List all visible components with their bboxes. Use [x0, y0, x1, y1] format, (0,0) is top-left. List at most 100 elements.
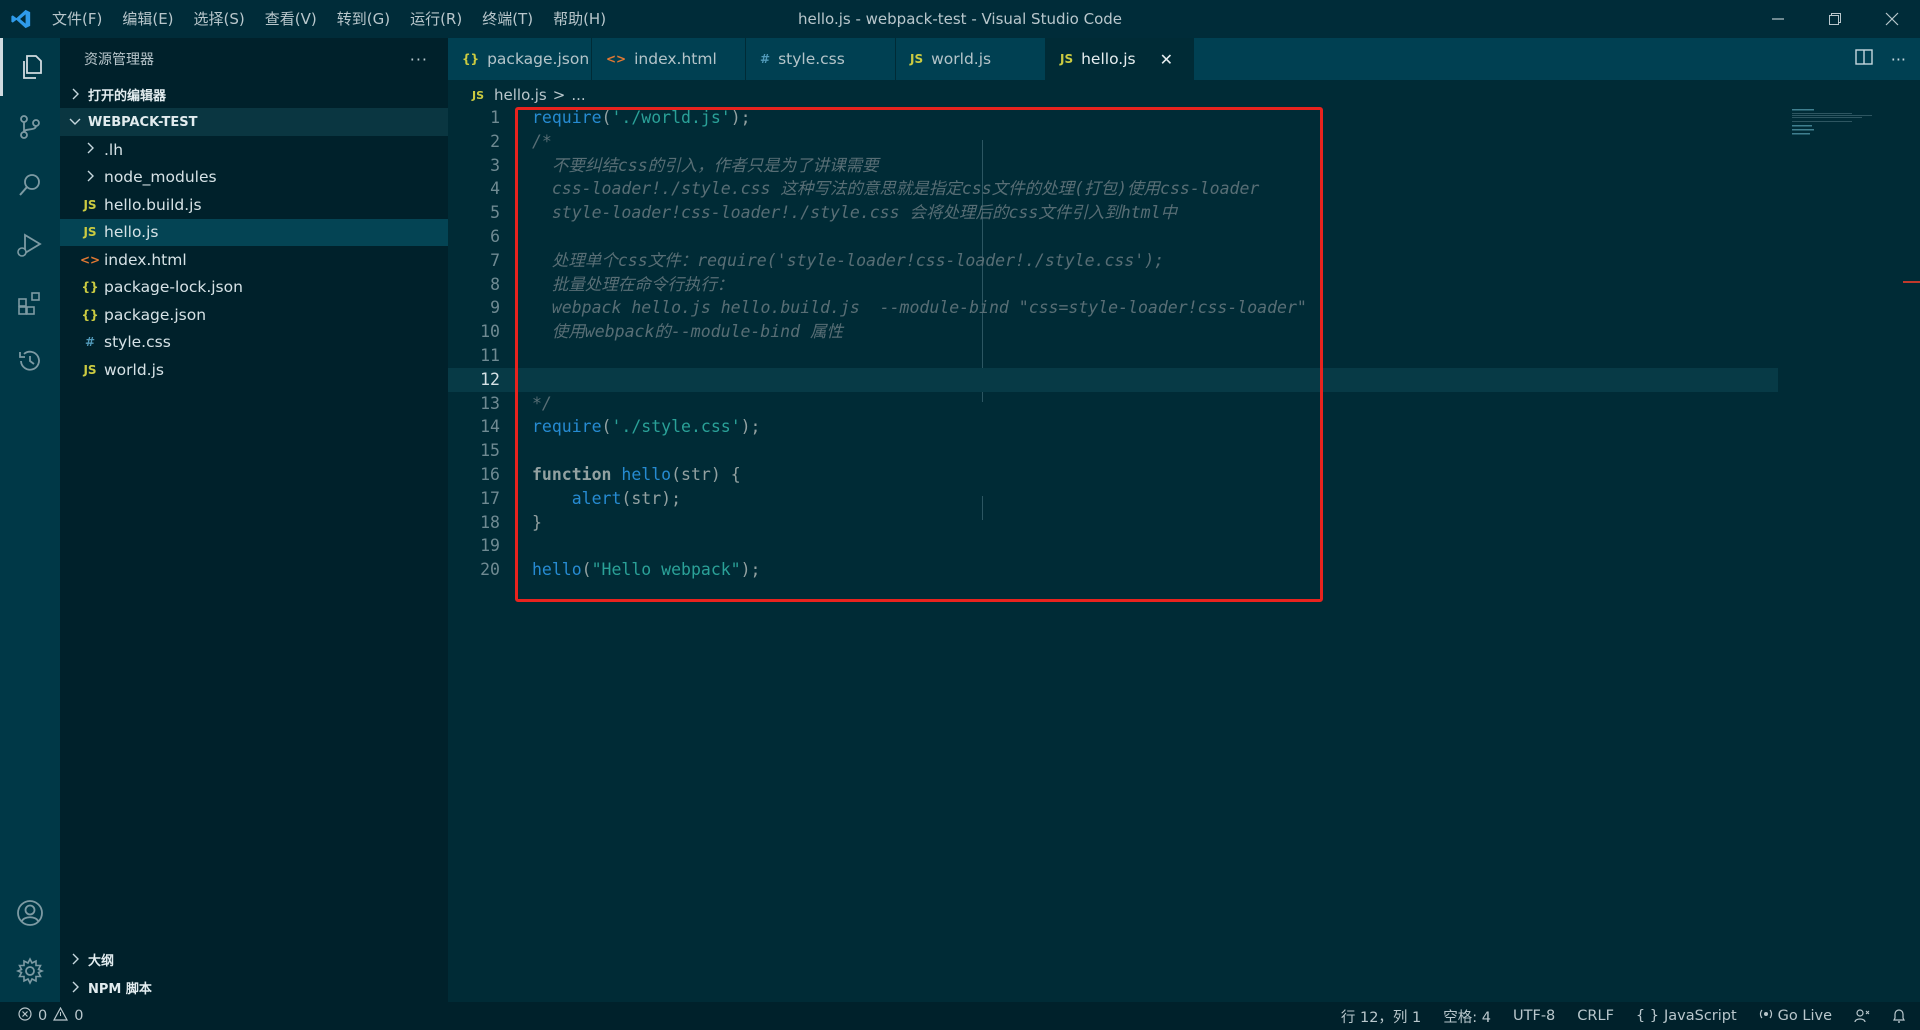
tab-style-css[interactable]: # style.css [746, 38, 896, 80]
line-number: 13 [480, 393, 500, 413]
chevron-right-icon [78, 142, 102, 157]
file-type-icon: JS [83, 362, 97, 377]
warning-count: 0 [74, 1008, 84, 1024]
go-live-button[interactable]: Go Live [1759, 1007, 1832, 1025]
minimize-button[interactable] [1749, 0, 1806, 38]
menu-item[interactable]: 终端(T) [472, 0, 543, 38]
file-item[interactable]: JS hello.build.js [60, 191, 448, 219]
line-number: 18 [480, 512, 500, 532]
npm-scripts-section[interactable]: NPM 脚本 [60, 973, 448, 1001]
cursor-position[interactable]: 行 12，列 1 [1341, 1006, 1421, 1027]
menu-item[interactable]: 编辑(E) [112, 0, 183, 38]
file-type-icon: JS [1060, 52, 1074, 66]
project-name: WEBPACK-TEST [88, 114, 198, 130]
line-number: 15 [480, 441, 500, 461]
file-item[interactable]: # style.css [60, 329, 448, 357]
file-type-icon: <> [79, 252, 101, 267]
split-editor-icon[interactable] [1855, 49, 1873, 69]
line-number: 7 [490, 250, 500, 270]
file-item[interactable]: JS world.js [60, 356, 448, 384]
menu-item[interactable]: 转到(G) [327, 0, 400, 38]
line-number: 16 [480, 465, 500, 484]
editor-tabs: {} package.json <> index.html # style.css JS wo… [448, 38, 1920, 80]
menu-item[interactable]: 查看(V) [255, 0, 327, 38]
close-window-button[interactable] [1863, 0, 1920, 38]
breadcrumb-separator: > [552, 86, 566, 104]
chevron-down-icon [66, 117, 84, 127]
file-label: node_modules [104, 168, 217, 187]
source-control-icon[interactable] [0, 98, 60, 156]
notifications-bell-icon[interactable] [1892, 1008, 1906, 1024]
feedback-icon[interactable] [1854, 1008, 1870, 1024]
window-controls [1749, 0, 1920, 38]
npm-scripts-label: NPM 脚本 [88, 981, 152, 997]
outline-section[interactable]: 大纲 [60, 945, 448, 973]
timeline-icon[interactable] [0, 332, 60, 390]
project-section[interactable]: WEBPACK-TEST [60, 108, 448, 136]
restore-button[interactable] [1806, 0, 1863, 38]
menu-item[interactable]: 文件(F) [42, 0, 112, 38]
menu-item[interactable]: 选择(S) [184, 0, 255, 38]
file-item[interactable]: JS hello.js [60, 218, 448, 246]
tab-label: package.json [487, 50, 590, 68]
line-number: 14 [480, 417, 500, 437]
status-bar: 0 0 行 12，列 1 空格: 4 UTF-8 CRLF { } JavaSc… [0, 1002, 1920, 1030]
line-ending[interactable]: CRLF [1577, 1008, 1614, 1024]
file-type-icon: JS [910, 52, 924, 66]
more-actions-icon[interactable]: ··· [410, 50, 428, 69]
menu-item[interactable]: 帮助(H) [543, 0, 616, 38]
broadcast-icon [1759, 1007, 1773, 1025]
file-item[interactable]: {} package-lock.json [60, 274, 448, 302]
status-right: 行 12，列 1 空格: 4 UTF-8 CRLF { } JavaScript… [1341, 1002, 1906, 1030]
indentation[interactable]: 空格: 4 [1443, 1006, 1491, 1027]
file-item[interactable]: {} package.json [60, 301, 448, 329]
file-item[interactable]: <> index.html [60, 246, 448, 274]
run-debug-icon[interactable] [0, 216, 60, 274]
file-type-icon: <> [606, 52, 627, 66]
tab-label: hello.js [1081, 50, 1136, 68]
warning-icon [53, 1006, 69, 1025]
tab-world-js[interactable]: JS world.js [896, 38, 1046, 80]
file-label: package.json [104, 305, 207, 324]
file-tree: .lh node_modules JS hello.build.js JS hello.j… [60, 136, 448, 384]
settings-gear-icon[interactable] [0, 942, 60, 1000]
folder-item[interactable]: node_modules [60, 164, 448, 192]
close-tab-icon[interactable]: ✕ [1160, 50, 1173, 69]
line-number: 19 [480, 536, 500, 556]
account-icon[interactable] [0, 884, 60, 942]
breadcrumb-file[interactable]: hello.js [494, 86, 547, 104]
chevron-right-icon [78, 170, 102, 185]
open-editors-section[interactable]: 打开的编辑器 [60, 80, 448, 108]
problems-indicator[interactable]: 0 0 [0, 1006, 84, 1025]
folder-item[interactable]: .lh [60, 136, 448, 164]
highlight-annotation-box [515, 107, 1323, 602]
outline-label: 大纲 [88, 953, 115, 969]
title-bar: 文件(F) 编辑(E) 选择(S) 查看(V) 转到(G) 运行(R) 终端(T) 帮助(H)… [0, 0, 1920, 38]
tab-index-html[interactable]: <> index.html [592, 38, 746, 80]
file-label: world.js [104, 360, 164, 379]
tab-label: style.css [778, 50, 845, 68]
go-live-label: Go Live [1777, 1008, 1832, 1024]
tab-hello-js[interactable]: JS hello.js ✕ [1046, 38, 1194, 80]
encoding[interactable]: UTF-8 [1513, 1008, 1555, 1024]
tab-label: world.js [931, 50, 992, 68]
line-number: 8 [490, 274, 500, 294]
menu-bar: 文件(F) 编辑(E) 选择(S) 查看(V) 转到(G) 运行(R) 终端(T) 帮助(H) [42, 0, 616, 38]
breadcrumb-rest[interactable]: ... [571, 86, 585, 104]
scrollbar-marker [1903, 281, 1920, 283]
error-count: 0 [38, 1008, 48, 1024]
search-icon[interactable] [0, 156, 60, 214]
chevron-right-icon [66, 981, 84, 993]
more-actions-icon[interactable]: ··· [1891, 50, 1906, 69]
language-mode[interactable]: { } JavaScript [1636, 1008, 1737, 1024]
tab-package-json[interactable]: {} package.json [448, 38, 592, 80]
explorer-icon[interactable] [0, 38, 60, 96]
file-type-icon: {} [81, 280, 99, 295]
activity-bar [0, 38, 60, 1002]
menu-item[interactable]: 运行(R) [400, 0, 472, 38]
minimap[interactable] [1788, 106, 1908, 166]
error-icon [18, 1007, 32, 1025]
explorer-header: 资源管理器 ··· [60, 38, 448, 80]
line-number: 3 [490, 155, 500, 175]
extensions-icon[interactable] [0, 274, 60, 332]
